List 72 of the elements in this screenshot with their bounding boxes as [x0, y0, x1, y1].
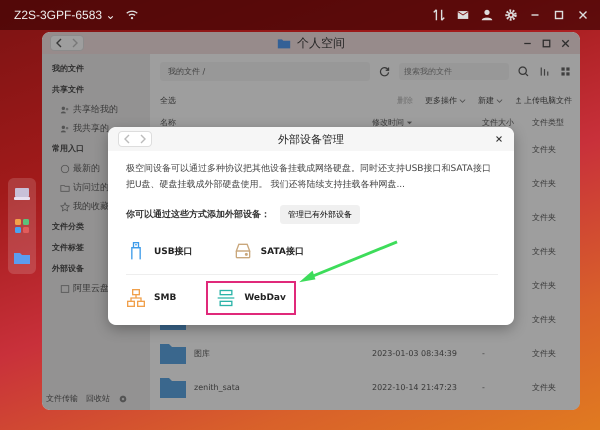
- grid-icon[interactable]: [12, 216, 32, 236]
- settings-icon[interactable]: [504, 8, 518, 22]
- folder-icon: [160, 342, 186, 364]
- wifi-icon: [125, 8, 140, 22]
- nav-buttons[interactable]: [50, 35, 84, 51]
- folder-icon: [160, 376, 186, 398]
- table-cell-text: 文件夹: [532, 178, 557, 188]
- table-cell-text: 文件夹: [532, 314, 557, 324]
- window-title: 个人空间: [297, 34, 345, 52]
- column-header[interactable]: 名称: [160, 116, 372, 128]
- upload-icon: [515, 96, 522, 104]
- manage-devices-button[interactable]: 管理已有外部设备: [280, 205, 360, 224]
- device-option[interactable]: WebDav: [206, 281, 296, 315]
- people-icon: [60, 104, 70, 114]
- user-icon[interactable]: [480, 8, 494, 22]
- table-cell-text: -: [482, 348, 486, 358]
- device-option[interactable]: USB接口: [116, 234, 203, 268]
- device-option[interactable]: SATA接口: [222, 234, 314, 268]
- view-icon[interactable]: [559, 64, 572, 78]
- sidebar-item[interactable]: 阿里云盘: [73, 282, 109, 295]
- file-name[interactable]: zenith_sata: [194, 382, 240, 392]
- caret-icon: [496, 96, 503, 104]
- new-menu[interactable]: 新建: [478, 94, 503, 106]
- refresh-icon[interactable]: [378, 64, 391, 78]
- path-field[interactable]: 我的文件 /: [160, 62, 370, 80]
- column-header[interactable]: 文件大小: [482, 116, 532, 128]
- sidebar-item[interactable]: 共享给我的: [73, 103, 118, 116]
- table-cell-text: 文件夹: [532, 280, 557, 290]
- sidebar-section[interactable]: 我的文件: [46, 60, 146, 77]
- upload-button[interactable]: 上传电脑文件: [515, 94, 572, 106]
- star-icon: [60, 202, 70, 212]
- hard-drive-icon: [232, 241, 253, 261]
- sidebar-item[interactable]: 我的收藏: [73, 200, 109, 213]
- select-all-link[interactable]: 全选: [160, 94, 176, 106]
- table-cell-text: -: [482, 382, 486, 392]
- search-field[interactable]: 搜索我的文件: [399, 62, 509, 80]
- close-icon[interactable]: [494, 134, 504, 144]
- table-cell-text: 2022-10-14 21:47:23: [372, 382, 458, 392]
- footer-link[interactable]: 回收站: [86, 393, 110, 404]
- table-cell-text: 文件夹: [532, 212, 557, 222]
- transfer-icon[interactable]: [432, 8, 446, 22]
- sidebar-section[interactable]: 共享文件: [46, 81, 146, 98]
- table-cell-text: 文件夹: [532, 246, 557, 256]
- table-cell-text: 文件夹: [532, 382, 557, 392]
- description-text: 极空间设备可以通过多种协议把其他设备挂载成网络硬盘。同时还支持USB接口和SATA接口把U盘、硬盘挂载成外部硬盘使用。 我们还将陆续支持挂载各种网盘...: [126, 162, 492, 192]
- people-icon: [60, 124, 70, 134]
- sidebar-item[interactable]: 最新的: [73, 162, 100, 175]
- table-cell-text: 文件夹: [532, 348, 557, 358]
- footer-link[interactable]: 文件传输: [46, 393, 78, 404]
- folder-icon: [277, 38, 291, 48]
- server-icon: [216, 288, 236, 308]
- column-header[interactable]: 文件类型: [532, 116, 572, 128]
- clock-icon: [60, 164, 70, 174]
- prompt-label: 你可以通过这些方式添加外部设备：: [126, 208, 270, 221]
- search-icon[interactable]: [517, 64, 530, 78]
- caret-icon: [459, 96, 466, 104]
- sidebar-item[interactable]: 访问过的: [73, 181, 109, 194]
- device-name[interactable]: Z2S-3GPF-6583 ⌄: [14, 8, 116, 22]
- dialog-title: 外部设备管理: [278, 132, 344, 146]
- table-cell-text: 文件夹: [532, 144, 557, 154]
- maximize-icon[interactable]: [552, 8, 566, 22]
- column-header[interactable]: 修改时间: [372, 116, 482, 128]
- table-cell-text: 2023-01-03 08:34:39: [372, 348, 458, 358]
- network-icon: [126, 288, 146, 308]
- more-actions-menu[interactable]: 更多操作: [425, 94, 466, 106]
- file-name[interactable]: 图库: [194, 348, 210, 358]
- sidebar-item[interactable]: 我共享的: [73, 122, 109, 135]
- mail-icon[interactable]: [456, 8, 470, 22]
- folder-icon: [60, 182, 70, 192]
- maximize-icon[interactable]: [540, 36, 553, 50]
- sort-icon[interactable]: [538, 64, 551, 78]
- device-option[interactable]: SMB: [116, 281, 186, 315]
